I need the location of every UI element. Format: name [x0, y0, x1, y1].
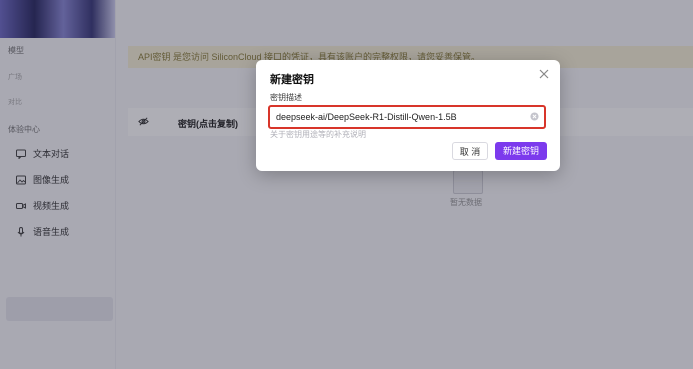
cancel-button[interactable]: 取 消: [452, 142, 488, 160]
create-key-button[interactable]: 新建密钥: [495, 142, 547, 160]
create-key-dialog: 新建密钥 密钥描述 关于密钥用途等的补充说明 取 消 新建密钥: [256, 60, 560, 171]
key-description-field: [268, 105, 546, 129]
app-root: 模型 广场 对比 体验中心 文本对话 图像生成 视频生成 语音生成 API密钥 …: [0, 0, 693, 369]
close-icon[interactable]: [538, 68, 550, 80]
dialog-title: 新建密钥: [270, 74, 314, 86]
modal-overlay[interactable]: [0, 0, 693, 369]
field-hint: 关于密钥用途等的补充说明: [270, 130, 366, 139]
clear-input-icon[interactable]: [530, 112, 539, 121]
key-description-input[interactable]: [276, 109, 526, 125]
key-description-label: 密钥描述: [270, 93, 302, 102]
